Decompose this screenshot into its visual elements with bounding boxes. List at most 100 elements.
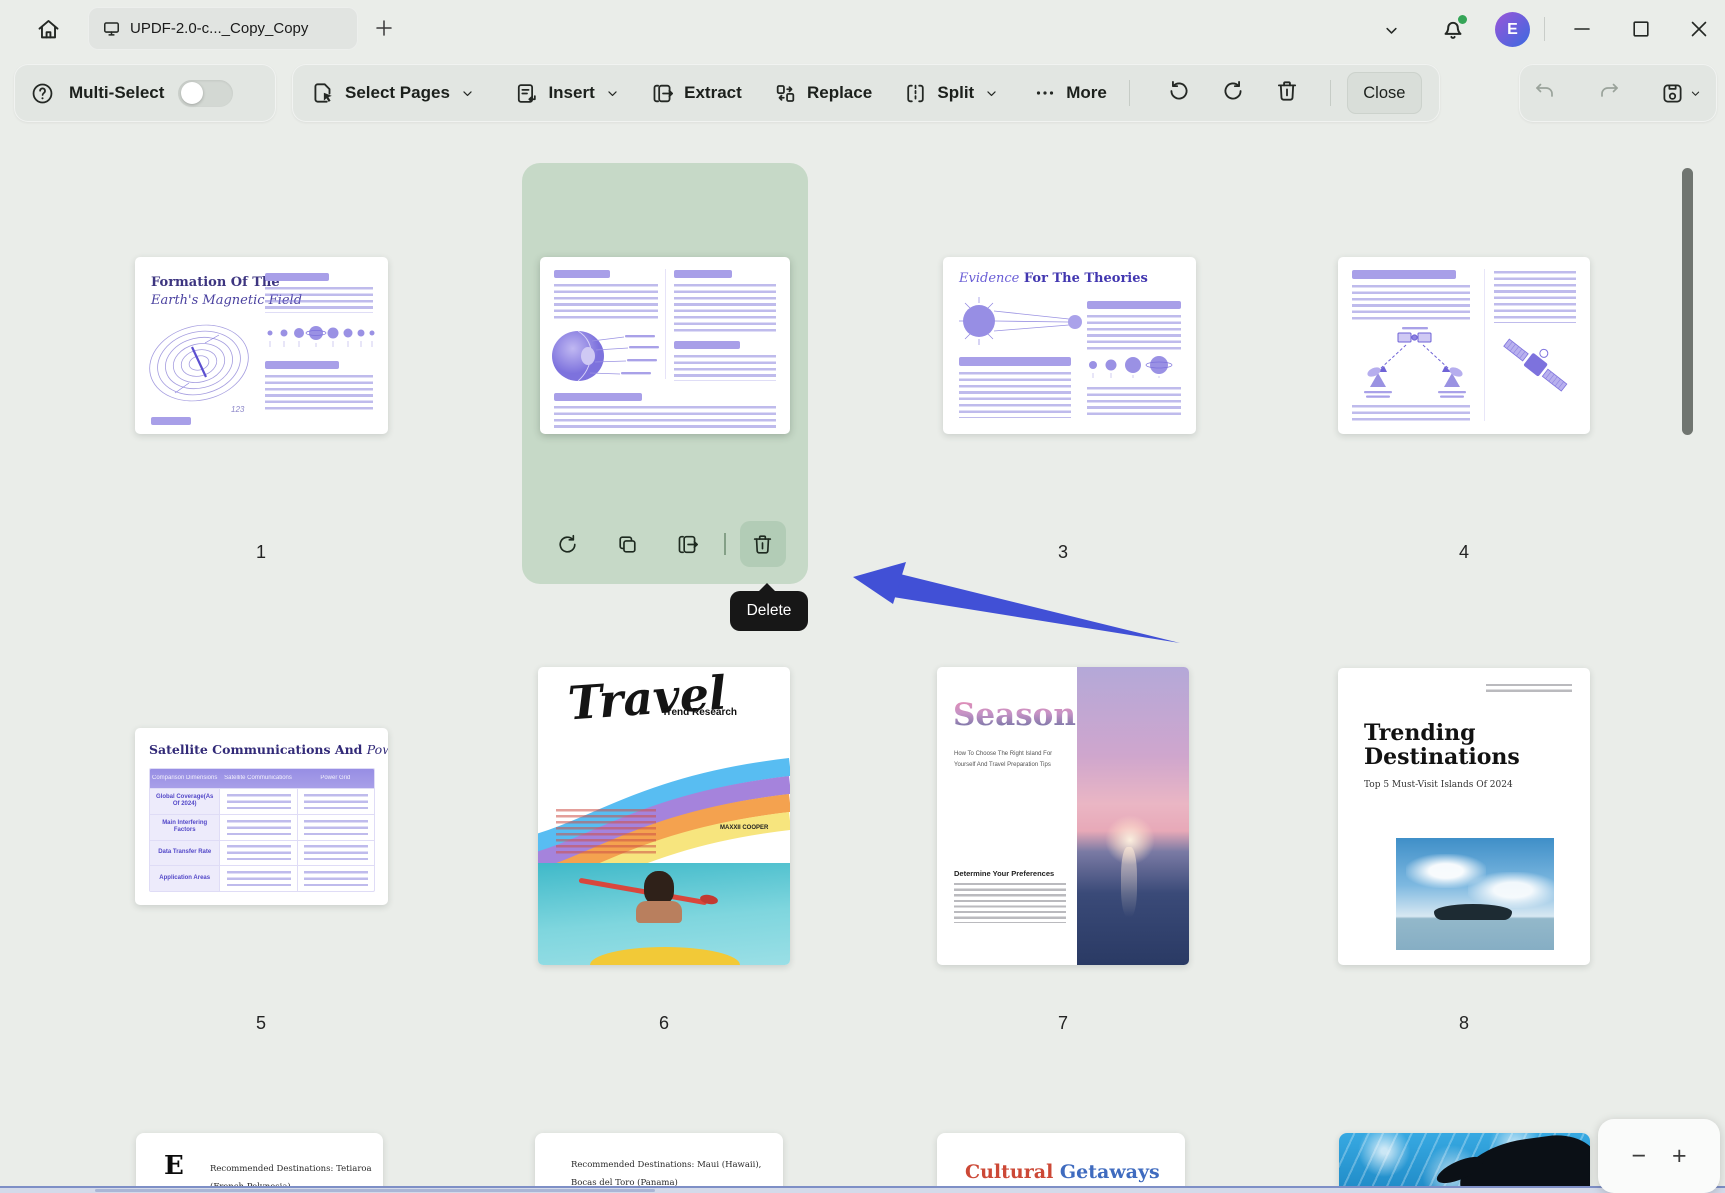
document-tab[interactable]: UPDF-2.0-c..._Copy_Copy xyxy=(88,7,358,50)
title-accent: Evidence xyxy=(959,271,1019,286)
close-window-button[interactable] xyxy=(1687,17,1713,43)
rotate-right-button[interactable] xyxy=(1206,78,1260,109)
rotate-page-button[interactable] xyxy=(544,521,590,567)
select-pages-button[interactable]: Select Pages xyxy=(310,80,476,106)
titlebar-divider xyxy=(1544,17,1545,41)
undo-icon xyxy=(1533,79,1557,103)
section-badge xyxy=(1087,301,1181,309)
text-lines xyxy=(1087,315,1181,351)
extract-button[interactable]: Extract xyxy=(650,81,742,106)
table-cell xyxy=(219,789,296,814)
figure-note: 123 xyxy=(231,405,244,414)
home-button[interactable] xyxy=(24,9,72,49)
pool-photo xyxy=(1339,1133,1590,1193)
split-button[interactable]: Split xyxy=(903,81,1000,106)
undo-button[interactable] xyxy=(1533,79,1557,108)
page-thumbnail-3[interactable]: Evidence For The Theories xyxy=(943,257,1196,434)
page-thumbnail-7[interactable]: Season How To Choose The Right Island Fo… xyxy=(937,667,1189,965)
column-divider xyxy=(665,269,666,379)
insert-label: Insert xyxy=(548,83,594,103)
rotate-left-button[interactable] xyxy=(1152,78,1206,109)
footer-badge xyxy=(151,417,191,425)
page-thumbnail-8[interactable]: Trending Destinations Top 5 Must-Visit I… xyxy=(1338,668,1590,965)
extract-page-button[interactable] xyxy=(664,521,710,567)
notifications-button[interactable] xyxy=(1439,15,1469,45)
maximize-button[interactable] xyxy=(1629,17,1655,43)
monitor-icon xyxy=(102,19,121,38)
bottom-edge-bar xyxy=(95,1189,655,1192)
page-thumbnail-10[interactable]: Recommended Destinations: Maui (Hawaii),… xyxy=(535,1133,783,1193)
insert-button[interactable]: Insert xyxy=(514,81,620,106)
delete-tooltip: Delete xyxy=(730,591,808,631)
minimize-button[interactable] xyxy=(1570,17,1596,43)
replace-button[interactable]: Replace xyxy=(773,81,872,106)
page-thumbnail-9[interactable]: E Recommended Destinations: Tetiaroa (Fr… xyxy=(136,1133,383,1193)
byline: MAXXII COOPER xyxy=(720,825,768,831)
table-header: Power Grid xyxy=(297,775,374,782)
rotate-cw-icon xyxy=(555,532,580,557)
island-silhouette xyxy=(1434,904,1512,920)
selected-page-card[interactable] xyxy=(522,163,808,584)
earth-core-diagram xyxy=(548,323,664,389)
close-organize-button[interactable]: Close xyxy=(1347,72,1422,114)
vertical-scrollbar-thumb[interactable] xyxy=(1682,168,1693,435)
section-badge xyxy=(959,357,1071,366)
row-label: Data Transfer Rate xyxy=(150,841,219,866)
replace-label: Replace xyxy=(807,83,872,103)
home-icon xyxy=(35,16,62,43)
row-label: Main Interfering Factors xyxy=(150,815,219,840)
column-divider xyxy=(1484,269,1485,421)
orbit-diagram xyxy=(951,293,1101,351)
page-thumbnail-11[interactable]: Cultural Getaways xyxy=(937,1133,1185,1193)
text-lines xyxy=(265,375,373,413)
more-button[interactable]: More xyxy=(1033,81,1107,105)
chevron-down-icon xyxy=(983,85,1000,102)
copy-page-button[interactable] xyxy=(604,521,650,567)
satcom-diagram xyxy=(1354,325,1476,401)
delete-page-button[interactable] xyxy=(740,521,786,567)
text-lines xyxy=(674,355,776,381)
close-label: Close xyxy=(1363,84,1405,103)
extract-icon xyxy=(650,81,675,106)
tab-title: UPDF-2.0-c..._Copy_Copy xyxy=(130,20,308,37)
undo-redo-save-group xyxy=(1519,64,1717,122)
page-action-bar xyxy=(522,519,808,569)
trash-icon xyxy=(750,532,775,557)
select-pages-icon xyxy=(310,80,336,106)
new-tab-button[interactable] xyxy=(372,16,398,42)
save-button[interactable] xyxy=(1660,81,1703,106)
rotate-left-icon xyxy=(1166,78,1192,104)
text-lines xyxy=(1352,405,1470,423)
planet-timeline xyxy=(263,319,377,355)
copy-icon xyxy=(615,532,640,557)
table-header: Satellite Communications xyxy=(219,775,296,782)
page-number-5: 5 xyxy=(256,1013,266,1034)
page-thumbnail-5[interactable]: Satellite Communications And Power Grids… xyxy=(135,728,388,905)
insert-icon xyxy=(514,81,539,106)
doc-title: Cultural Getaways xyxy=(965,1161,1160,1183)
page-thumbnail-4[interactable] xyxy=(1338,257,1590,434)
save-icon xyxy=(1660,81,1685,106)
section-badge xyxy=(265,273,329,281)
page-thumbnail-12[interactable] xyxy=(1339,1133,1590,1193)
text-lines xyxy=(959,372,1071,418)
zoom-in-button[interactable]: + xyxy=(1672,1144,1687,1169)
page-thumbnail-6[interactable]: Travel Trend Research MAXXII COOPER xyxy=(538,667,790,965)
annotation-arrow xyxy=(800,540,1220,680)
redo-button[interactable] xyxy=(1597,79,1621,108)
text-lines xyxy=(1352,285,1470,323)
table-header: Comparison Dimensions xyxy=(150,775,219,782)
help-icon[interactable] xyxy=(30,81,55,106)
tabs-dropdown-button[interactable] xyxy=(1381,20,1402,46)
table-cell xyxy=(219,866,296,891)
multi-select-toggle[interactable] xyxy=(178,80,233,107)
delete-pages-button[interactable] xyxy=(1260,78,1314,109)
page-thumbnail-1[interactable]: Formation Of The Earth's Magnetic Field … xyxy=(135,257,388,434)
avatar[interactable]: E xyxy=(1495,12,1530,47)
zoom-out-button[interactable]: − xyxy=(1631,1144,1646,1169)
magnetic-field-diagram xyxy=(139,313,259,413)
sunset-photo xyxy=(1077,667,1189,965)
redo-icon xyxy=(1597,79,1621,103)
page-thumbnail-2[interactable] xyxy=(540,257,790,434)
kicker: Trend Research xyxy=(662,707,737,718)
